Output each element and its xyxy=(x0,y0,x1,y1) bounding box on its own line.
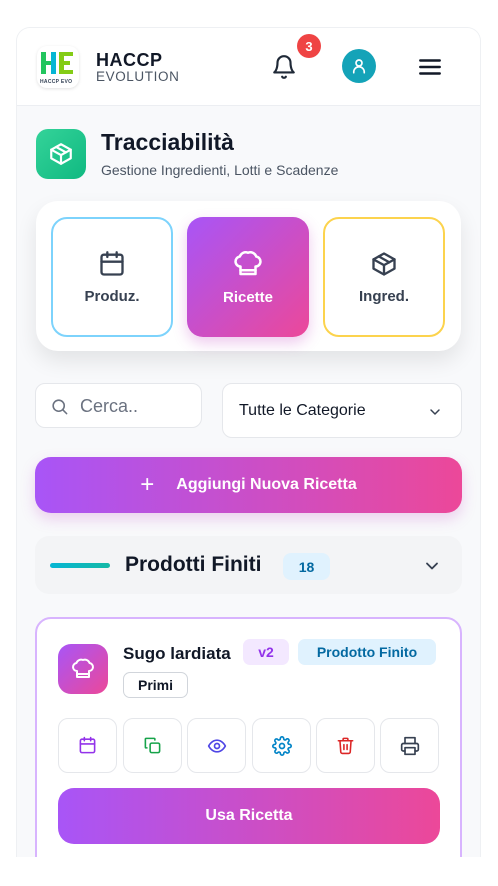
group-count-badge: 18 xyxy=(283,553,330,580)
search-input[interactable] xyxy=(80,393,195,419)
tab-panel: Produz. Ricette Ingred. xyxy=(36,201,461,351)
top-header: HACCP EVO HACCP EVOLUTION 3 xyxy=(17,28,480,106)
box-icon xyxy=(372,251,396,276)
search-icon xyxy=(52,399,68,415)
category-select-value: Tutte le Categorie xyxy=(239,402,366,419)
group-header-prodotti-finiti[interactable]: Prodotti Finiti 18 xyxy=(35,536,462,594)
recipe-icon xyxy=(58,644,108,694)
print-button[interactable] xyxy=(380,718,439,773)
user-avatar-button[interactable] xyxy=(342,49,376,83)
group-title: Prodotti Finiti xyxy=(125,553,262,576)
tab-produzione[interactable]: Produz. xyxy=(51,217,173,337)
gear-icon xyxy=(271,735,292,756)
section-icon xyxy=(36,129,86,179)
chef-hat-icon xyxy=(234,250,262,275)
duplicate-button[interactable] xyxy=(123,718,182,773)
printer-icon xyxy=(400,736,419,755)
calendar-icon xyxy=(79,736,96,754)
chef-hat-icon xyxy=(72,658,94,678)
brand-name: HACCP xyxy=(96,50,163,70)
box-icon xyxy=(50,143,72,165)
plus-icon: + xyxy=(140,471,155,498)
add-recipe-button[interactable]: + Aggiungi Nuova Ricetta xyxy=(35,457,462,513)
recipe-version-badge: v2 xyxy=(243,639,289,665)
logo-mini-text: HACCP EVO xyxy=(40,79,73,85)
tab-label: Produz. xyxy=(84,287,140,305)
view-button[interactable] xyxy=(187,718,246,773)
chevron-down-icon xyxy=(426,562,438,570)
tab-label: Ricette xyxy=(222,288,274,306)
page-subtitle: Gestione Ingredienti, Lotti e Scadenze xyxy=(101,162,339,178)
copy-icon xyxy=(144,737,161,754)
recipe-card[interactable]: Sugo lardiata v2 Prodotto Finito Primi U… xyxy=(35,617,462,857)
menu-button[interactable] xyxy=(417,54,443,80)
page-title: Tracciabilità xyxy=(101,129,234,155)
notification-badge: 3 xyxy=(297,34,321,58)
app-window: HACCP EVO HACCP EVOLUTION 3 Tracciabilit… xyxy=(16,27,481,857)
category-select[interactable]: Tutte le Categorie xyxy=(222,383,462,438)
chevron-down-icon xyxy=(430,409,440,415)
settings-button[interactable] xyxy=(252,718,311,773)
recipe-name: Sugo lardiata xyxy=(123,644,231,663)
hamburger-icon xyxy=(419,59,441,75)
tab-ingredienti[interactable]: Ingred. xyxy=(323,217,445,337)
add-recipe-label: Aggiungi Nuova Ricetta xyxy=(176,476,357,493)
app-logo[interactable]: HACCP EVO xyxy=(37,46,79,88)
bell-icon xyxy=(273,55,295,79)
eye-icon xyxy=(207,738,226,753)
search-box[interactable] xyxy=(35,383,202,428)
schedule-button[interactable] xyxy=(58,718,117,773)
calendar-icon xyxy=(100,250,124,276)
brand-subname: EVOLUTION xyxy=(96,69,180,84)
trash-icon xyxy=(337,737,354,755)
group-accent-bar xyxy=(50,563,110,568)
tab-label: Ingred. xyxy=(358,287,409,305)
recipe-category-tag: Primi xyxy=(123,672,188,698)
use-recipe-button[interactable]: Usa Ricetta xyxy=(58,788,440,844)
tab-ricette[interactable]: Ricette xyxy=(187,217,309,337)
notifications-button[interactable] xyxy=(271,54,297,80)
delete-button[interactable] xyxy=(316,718,375,773)
user-icon xyxy=(352,59,366,74)
recipe-type-badge: Prodotto Finito xyxy=(298,639,436,665)
